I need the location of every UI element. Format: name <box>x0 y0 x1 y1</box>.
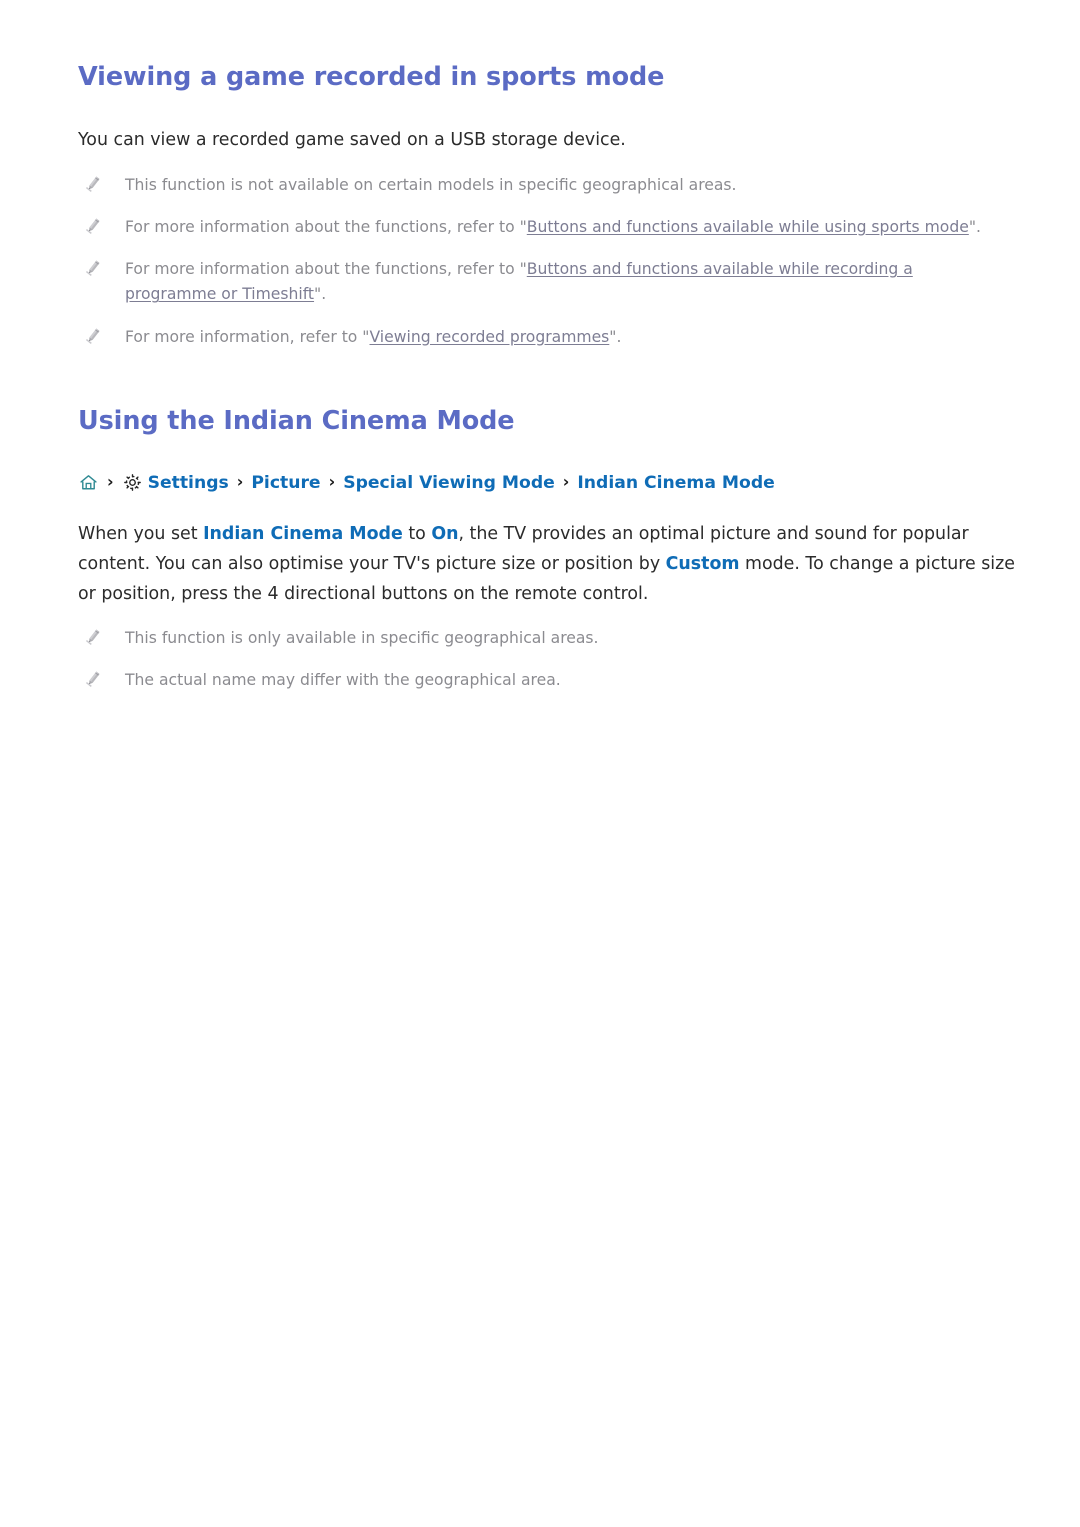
breadcrumb-item-indian-cinema-mode[interactable]: Indian Cinema Mode <box>577 472 774 494</box>
breadcrumb-item-special-viewing-mode[interactable]: Special Viewing Mode <box>343 472 555 494</box>
section-intro-text: You can view a recorded game saved on a … <box>78 129 626 150</box>
pencil-icon <box>83 258 103 278</box>
cross-reference-link[interactable]: Viewing recorded programmes <box>369 328 609 346</box>
note-list-sports-mode: This function is not available on certai… <box>78 173 1022 350</box>
note-text-suffix: ". <box>968 217 981 236</box>
note-text-suffix: ". <box>609 327 622 346</box>
emphasis-indian-cinema-mode: Indian Cinema Mode <box>203 524 403 545</box>
breadcrumb-item-picture[interactable]: Picture <box>251 472 320 494</box>
body-text-part: When you set <box>78 524 204 545</box>
pencil-icon <box>83 669 103 689</box>
list-item: This function is not available on certai… <box>78 173 988 198</box>
pencil-icon <box>83 216 103 236</box>
body-text-part: to <box>402 524 432 545</box>
note-text: This function is only available in speci… <box>125 628 599 647</box>
section-using-indian-cinema-mode: Using the Indian Cinema Mode › Settings … <box>78 406 1022 694</box>
list-item: This function is only available in speci… <box>78 626 988 651</box>
breadcrumb-separator-icon: › <box>236 472 244 492</box>
note-text: For more information, refer to " <box>125 327 370 346</box>
pencil-icon <box>83 326 103 346</box>
breadcrumb-item-settings[interactable]: Settings <box>148 472 229 494</box>
cross-reference-link[interactable]: Buttons and functions available while us… <box>527 218 969 236</box>
page-title: Using the Indian Cinema Mode <box>78 405 515 436</box>
breadcrumb: › Settings › Picture › Special Viewing M… <box>78 472 1022 494</box>
section-body-text: When you set Indian Cinema Mode to On, t… <box>78 520 1022 610</box>
note-text: The actual name may differ with the geog… <box>125 671 561 690</box>
page-title: Viewing a game recorded in sports mode <box>78 62 665 92</box>
breadcrumb-separator-icon: › <box>562 472 570 492</box>
emphasis-on: On <box>431 524 459 545</box>
note-list-indian-cinema-mode: This function is only available in speci… <box>78 626 1022 694</box>
note-text-suffix: ". <box>314 285 327 304</box>
pencil-icon <box>83 627 103 647</box>
list-item: The actual name may differ with the geog… <box>78 668 988 693</box>
list-item: For more information about the functions… <box>78 257 988 308</box>
breadcrumb-separator-icon: › <box>107 472 114 492</box>
gear-icon[interactable] <box>122 472 143 493</box>
home-icon[interactable] <box>78 472 99 493</box>
section-viewing-game-recorded-sports-mode: Viewing a game recorded in sports mode Y… <box>78 62 1022 350</box>
document-page: Viewing a game recorded in sports mode Y… <box>0 0 1080 693</box>
breadcrumb-separator-icon: › <box>328 472 336 492</box>
list-item: For more information, refer to "Viewing … <box>78 325 988 350</box>
note-text: For more information about the functions… <box>125 217 527 236</box>
note-text: For more information about the functions… <box>125 260 527 279</box>
emphasis-custom: Custom <box>665 554 740 574</box>
pencil-icon <box>83 174 103 194</box>
note-text: This function is not available on certai… <box>125 175 737 194</box>
list-item: For more information about the functions… <box>78 215 988 240</box>
